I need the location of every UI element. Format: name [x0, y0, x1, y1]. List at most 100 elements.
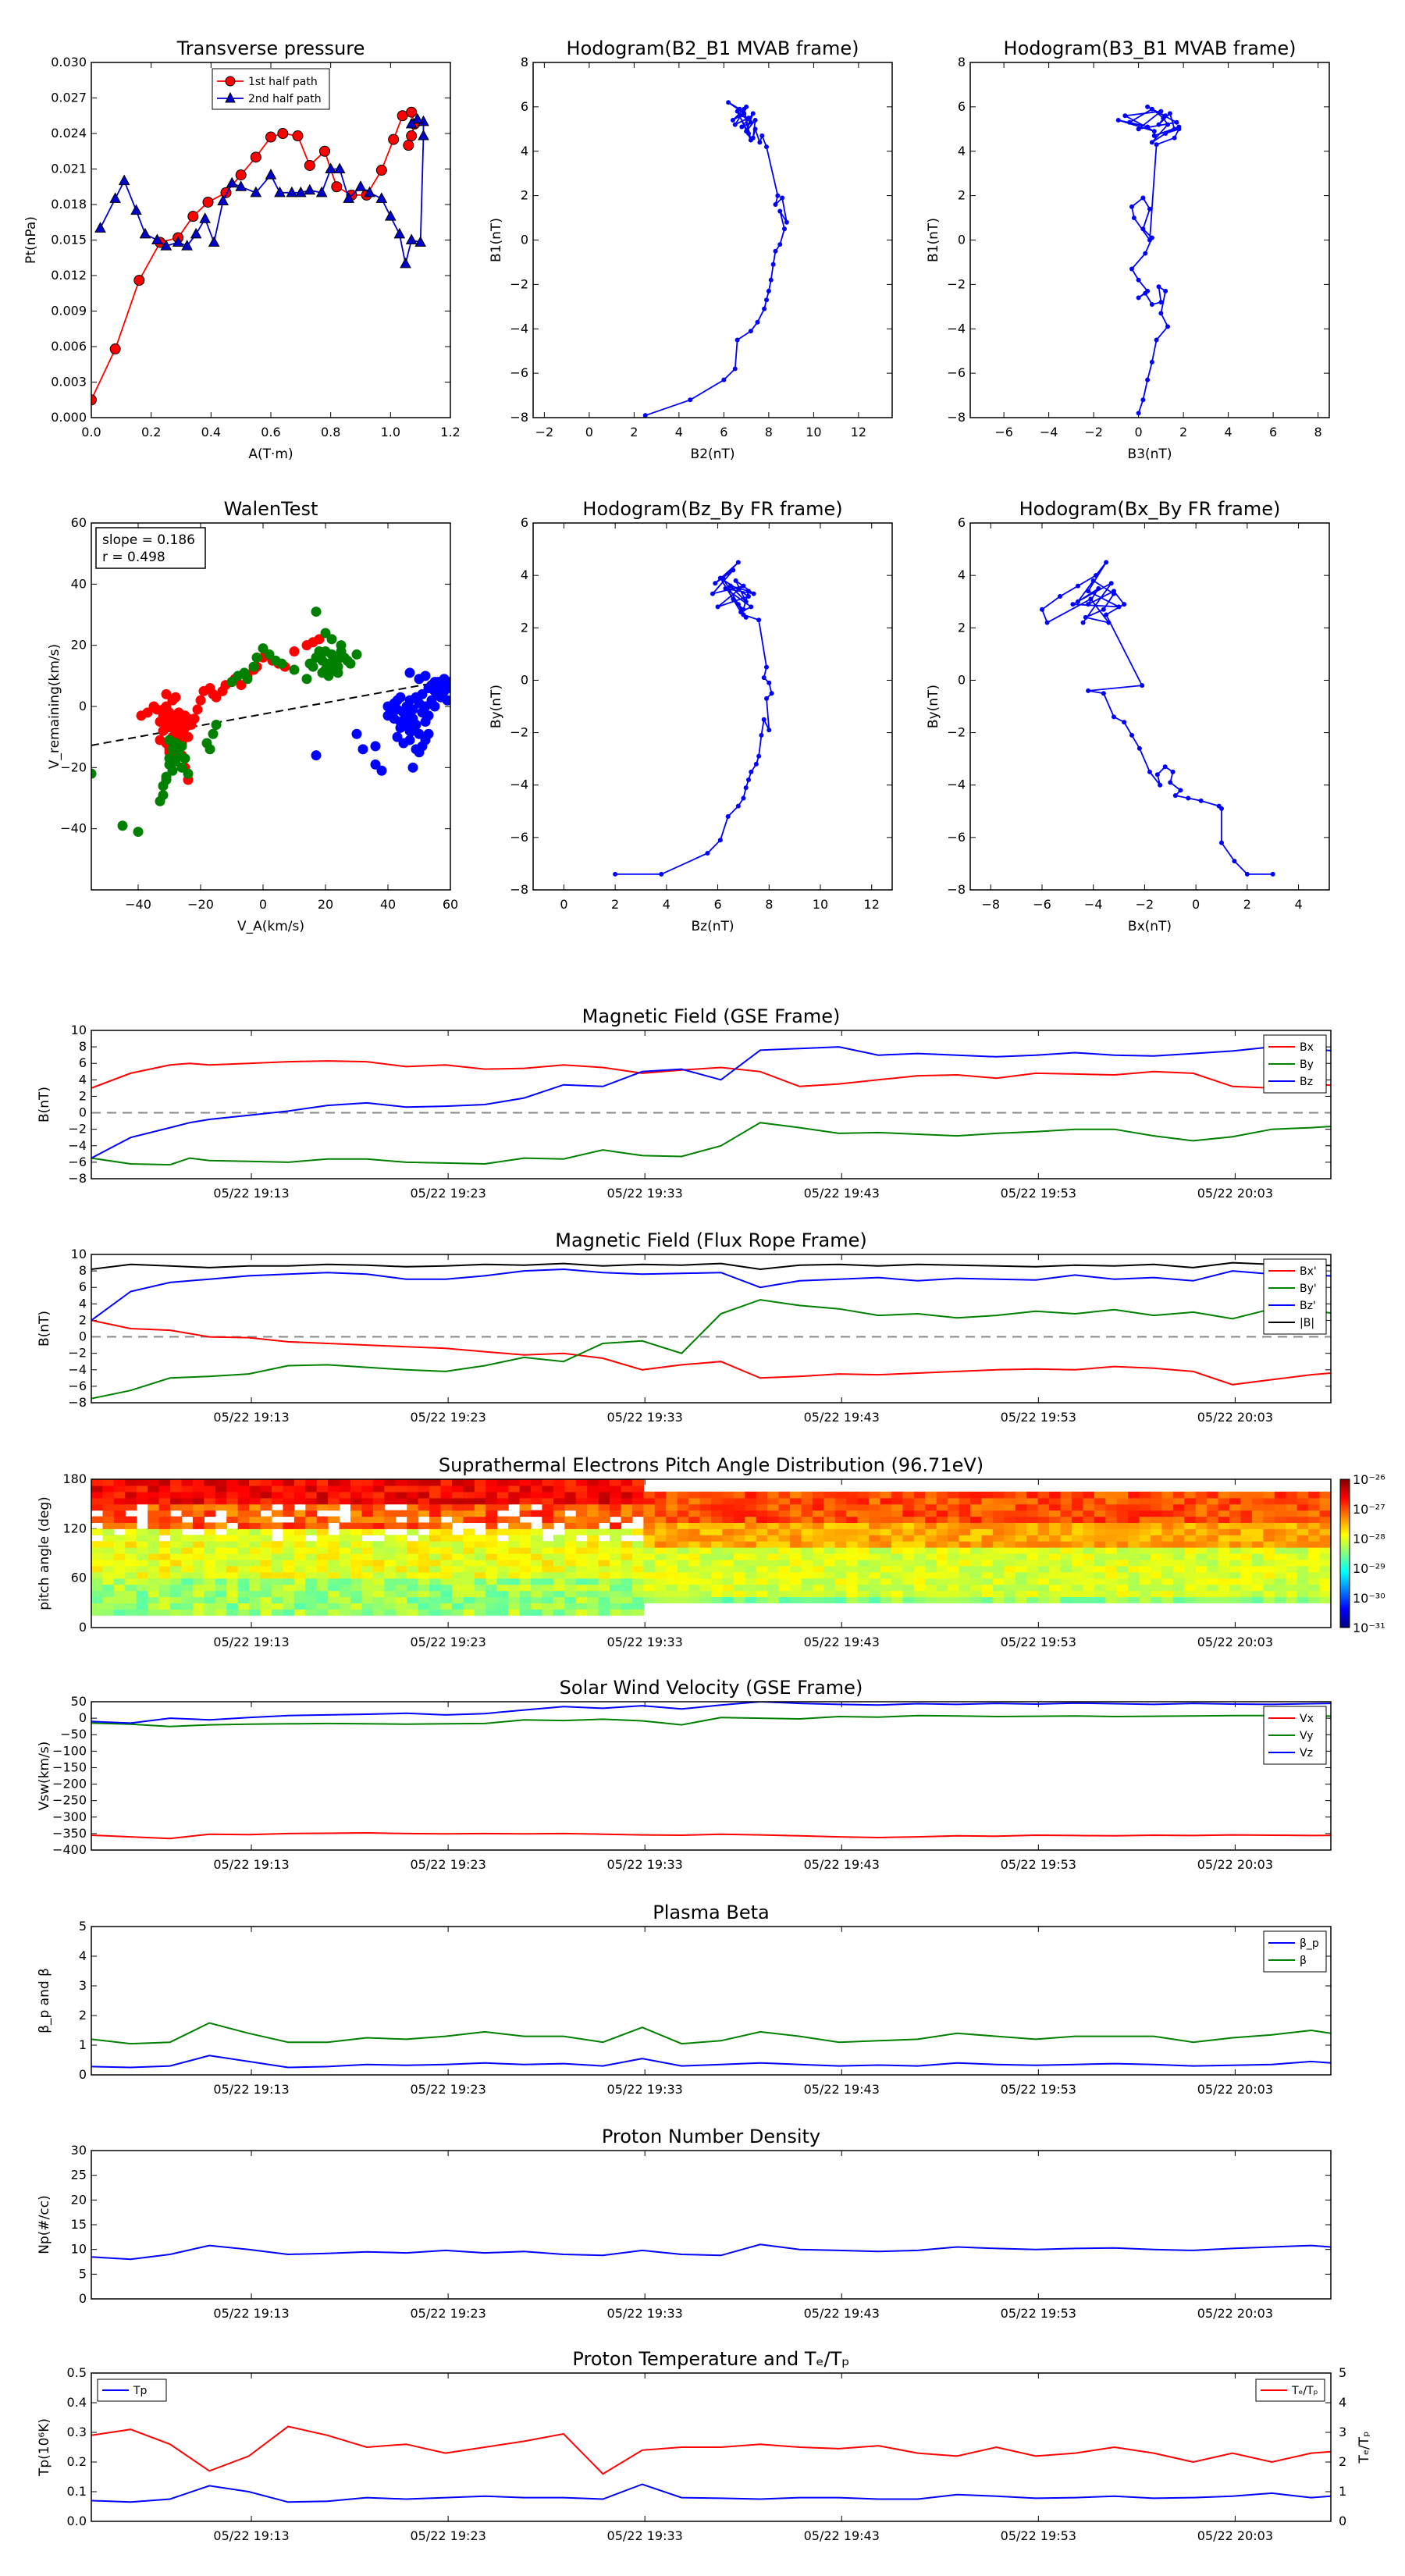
data-point — [420, 735, 431, 745]
heatmap-cell — [812, 1553, 824, 1560]
heatmap-cell — [136, 1603, 148, 1610]
heatmap-cell — [1308, 1528, 1321, 1535]
heatmap-cell — [451, 1516, 464, 1524]
heatmap-cell — [992, 1541, 1005, 1548]
heatmap-cell — [407, 1609, 419, 1616]
heatmap-cell — [1015, 1541, 1027, 1548]
heatmap-cell — [587, 1528, 599, 1535]
heatmap-cell — [756, 1578, 768, 1585]
heatmap-cell — [587, 1603, 599, 1610]
heatmap-cell — [891, 1528, 904, 1535]
data-point — [1172, 135, 1177, 141]
heatmap-cell — [451, 1603, 464, 1610]
heatmap-cell — [463, 1559, 475, 1567]
heatmap-cell — [542, 1596, 554, 1603]
heatmap-cell — [148, 1603, 160, 1610]
heatmap-cell — [959, 1503, 971, 1511]
heatmap-cell — [542, 1578, 554, 1585]
heatmap-cell — [1128, 1571, 1140, 1579]
heatmap-cell — [621, 1590, 633, 1598]
data-point — [741, 795, 746, 801]
heatmap-cell — [1128, 1528, 1140, 1535]
heatmap-cell — [1094, 1559, 1106, 1567]
heatmap-cell — [293, 1559, 306, 1567]
heatmap-cell — [158, 1497, 171, 1505]
heatmap-cell — [621, 1479, 633, 1486]
plot-area — [91, 1046, 1331, 1166]
heatmap-cell — [699, 1584, 712, 1592]
heatmap-cell — [1083, 1571, 1095, 1579]
heatmap-cell — [790, 1596, 802, 1603]
heatmap-cell — [407, 1547, 419, 1554]
heatmap-cell — [767, 1497, 780, 1505]
heatmap-cell — [857, 1596, 870, 1603]
heatmap-cell — [1139, 1535, 1151, 1542]
heatmap-cell — [1015, 1535, 1027, 1542]
heatmap-cell — [1229, 1503, 1242, 1511]
x-tick-label: −2 — [535, 425, 554, 439]
heatmap-cell — [801, 1584, 813, 1592]
heatmap-cell — [801, 1571, 813, 1579]
heatmap-cell — [226, 1541, 239, 1548]
heatmap-cell — [1172, 1497, 1185, 1505]
plasma-beta-panel: Plasma Betaβ_p and β05/22 19:13 05/22 19:… — [37, 1902, 1332, 2097]
plot-area — [91, 106, 429, 406]
data-point — [208, 728, 219, 739]
data-point — [202, 196, 214, 208]
heatmap-cell — [688, 1510, 701, 1517]
hodogram-bx-by-panel: Hodogram(Bx_By FR frame)Bx(nT)By(nT)−8 −6… — [926, 498, 1329, 934]
heatmap-cell — [1026, 1541, 1039, 1548]
heatmap-cell — [1049, 1596, 1062, 1603]
heatmap-cell — [1184, 1547, 1197, 1554]
heatmap-cell — [722, 1497, 735, 1505]
heatmap-cell — [418, 1510, 430, 1517]
heatmap-cell — [666, 1503, 678, 1511]
heatmap-cell — [1263, 1559, 1275, 1567]
heatmap-cell — [486, 1578, 498, 1585]
heatmap-cell — [429, 1590, 442, 1598]
heatmap-cell — [846, 1571, 859, 1579]
heatmap-cell — [1071, 1553, 1083, 1560]
heatmap-cell — [1004, 1491, 1016, 1499]
heatmap-cell — [564, 1559, 577, 1567]
heatmap-cell — [215, 1603, 227, 1610]
heatmap-cell — [677, 1578, 689, 1585]
heatmap-cell — [1151, 1596, 1163, 1603]
heatmap-cell — [519, 1535, 532, 1542]
data-point — [710, 591, 715, 596]
heatmap-cell — [1139, 1491, 1151, 1499]
heatmap-cell — [1297, 1565, 1309, 1573]
heatmap-cell — [621, 1528, 633, 1535]
heatmap-cell — [170, 1565, 183, 1573]
data-point — [752, 126, 758, 132]
heatmap-cell — [407, 1516, 419, 1524]
heatmap-cell — [463, 1609, 475, 1616]
heatmap-cell — [350, 1571, 363, 1579]
heatmap-cell — [271, 1485, 284, 1493]
heatmap-cell — [631, 1541, 644, 1548]
heatmap-cell — [970, 1584, 983, 1592]
heatmap-cell — [1049, 1497, 1062, 1505]
heatmap-cell — [508, 1497, 521, 1505]
heatmap-cell — [553, 1479, 565, 1486]
heatmap-cell — [564, 1535, 577, 1542]
data-point — [429, 677, 440, 688]
heatmap-cell — [1060, 1510, 1072, 1517]
data-point — [759, 732, 764, 738]
heatmap-cell — [959, 1510, 971, 1517]
heatmap-cell — [913, 1510, 926, 1517]
heatmap-cell — [1207, 1565, 1219, 1573]
heatmap-cell — [519, 1571, 532, 1579]
heatmap-cell — [1116, 1584, 1129, 1592]
data-point — [345, 658, 356, 669]
heatmap-cell — [429, 1479, 442, 1486]
walen-test-panel: WalenTestV_A(km/s)V_remaining(km/s)−40 −2… — [47, 498, 458, 934]
heatmap-cell — [553, 1516, 565, 1524]
heatmap-cell — [553, 1559, 565, 1567]
heatmap-cell — [91, 1559, 104, 1567]
heatmap-cell — [440, 1565, 453, 1573]
heatmap-cell — [519, 1528, 532, 1535]
y-tick-label: 6 — [521, 515, 528, 530]
heatmap-cell — [271, 1578, 284, 1585]
heatmap-cell — [204, 1485, 216, 1493]
